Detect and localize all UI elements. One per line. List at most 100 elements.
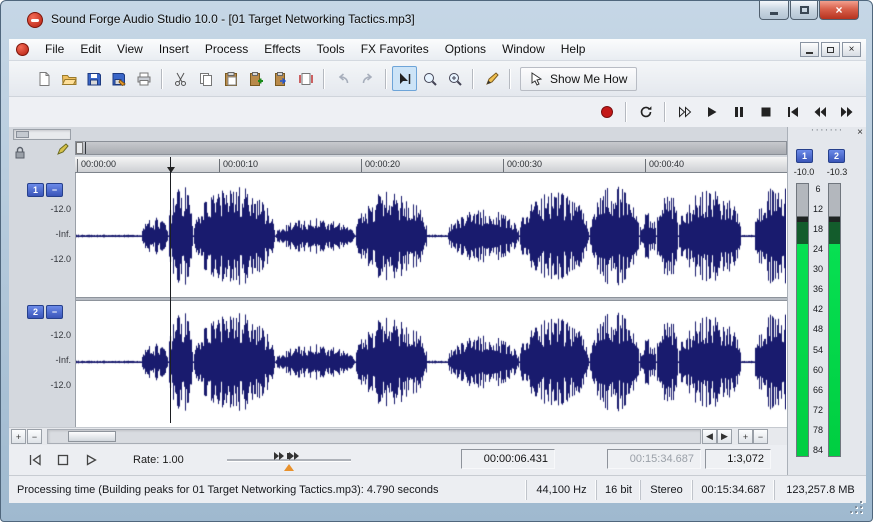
mdi-restore-button[interactable] xyxy=(821,42,840,57)
track-view: 00:00:00 00:00:10 00:00:20 00:00:30 00:00:40… xyxy=(9,127,787,427)
mdi-minimize-button[interactable] xyxy=(800,42,819,57)
transport-separator xyxy=(664,102,666,122)
channel-1-badge[interactable]: 1 xyxy=(27,183,44,197)
mdi-document-icon[interactable] xyxy=(16,43,29,56)
meter-scale-30: 30 xyxy=(812,264,823,275)
mini-scrollbar[interactable] xyxy=(13,129,71,140)
record-button[interactable] xyxy=(593,100,620,124)
menu-item-tools[interactable]: Tools xyxy=(309,39,353,60)
minimize-button[interactable] xyxy=(759,1,789,20)
meters-grip[interactable]: ······· xyxy=(788,124,866,136)
zoom-tool-button[interactable] xyxy=(442,66,467,91)
pencil-tool-button[interactable] xyxy=(479,66,504,91)
loop-playback-button[interactable] xyxy=(632,100,659,124)
channel-2-minimize-button[interactable]: − xyxy=(46,305,63,319)
play-button[interactable] xyxy=(698,100,725,124)
status-length: 00:15:34.687 xyxy=(692,479,774,500)
cut-button[interactable] xyxy=(168,66,193,91)
overview-bar[interactable] xyxy=(75,141,787,155)
overview-thumb[interactable] xyxy=(76,142,83,154)
menu-item-process[interactable]: Process xyxy=(197,39,256,60)
transport-bar xyxy=(9,97,866,127)
level-label: -12.0 xyxy=(50,330,71,340)
rewind-button[interactable] xyxy=(806,100,833,124)
playbar-go-start-button[interactable] xyxy=(23,450,47,470)
channel-2-badge[interactable]: 2 xyxy=(27,305,44,319)
menu-item-insert[interactable]: Insert xyxy=(151,39,197,60)
menu-item-options[interactable]: Options xyxy=(437,39,494,60)
open-button[interactable] xyxy=(56,66,81,91)
meter-peak-1[interactable]: -10.0 xyxy=(789,167,819,177)
play-all-button[interactable] xyxy=(671,100,698,124)
meter-scale-72: 72 xyxy=(812,404,823,415)
paste-special-button[interactable] xyxy=(243,66,268,91)
status-bar: Processing time (Building peaks for 01 T… xyxy=(9,475,866,503)
meter-channel-1-label: 1 xyxy=(796,149,813,163)
edit-tool-button[interactable] xyxy=(392,66,417,91)
meter-scale-66: 66 xyxy=(812,384,823,395)
maximize-button[interactable] xyxy=(790,1,818,20)
lock-icon xyxy=(14,146,26,162)
channel-1-minimize-button[interactable]: − xyxy=(46,183,63,197)
playbar-play-button[interactable] xyxy=(79,450,103,470)
close-button[interactable]: × xyxy=(819,1,859,20)
meters-close-button[interactable]: × xyxy=(857,128,863,138)
rewind-icon xyxy=(814,107,826,117)
window-title: Sound Forge Audio Studio 10.0 - [01 Targ… xyxy=(51,12,415,26)
zoom-in-button[interactable]: + xyxy=(11,429,26,444)
trim-button[interactable] xyxy=(293,66,318,91)
zoom-out-button[interactable]: − xyxy=(27,429,42,444)
redo-button[interactable] xyxy=(355,66,380,91)
horizontal-scrollbar[interactable] xyxy=(47,429,701,444)
paste-icon xyxy=(224,71,237,86)
menu-item-file[interactable]: File xyxy=(37,39,72,60)
playbar-stop-button[interactable] xyxy=(51,450,75,470)
new-button[interactable] xyxy=(31,66,56,91)
menu-item-view[interactable]: View xyxy=(109,39,151,60)
save-button[interactable] xyxy=(81,66,106,91)
menu-item-help[interactable]: Help xyxy=(553,39,594,60)
menu-item-edit[interactable]: Edit xyxy=(72,39,109,60)
print-button[interactable] xyxy=(131,66,156,91)
copy-icon xyxy=(199,72,212,86)
zoom-out-time-button[interactable]: − xyxy=(753,429,768,444)
menu-item-effects[interactable]: Effects xyxy=(256,39,308,60)
playback-cursor[interactable] xyxy=(170,157,171,423)
copy-button[interactable] xyxy=(193,66,218,91)
status-channels: Stereo xyxy=(640,479,692,500)
horizontal-scroll-row: + − ◀ ▶ + − xyxy=(9,427,787,445)
title-bar[interactable]: Sound Forge Audio Studio 10.0 - [01 Targ… xyxy=(1,1,872,37)
save-as-button[interactable] xyxy=(106,66,131,91)
waveform-canvas-1[interactable] xyxy=(76,175,786,297)
magnify-tool-button[interactable] xyxy=(417,66,442,91)
go-to-start-button[interactable] xyxy=(779,100,806,124)
scroll-right-button[interactable]: ▶ xyxy=(717,429,732,444)
toolbar-separator xyxy=(161,68,163,89)
time-ruler[interactable]: 00:00:00 00:00:10 00:00:20 00:00:30 00:00:40 xyxy=(75,157,787,173)
menu-item-window[interactable]: Window xyxy=(494,39,553,60)
new-document-icon xyxy=(39,71,49,86)
toolbar-separator xyxy=(323,68,325,89)
minimize-icon xyxy=(770,12,778,15)
scrollbar-thumb[interactable] xyxy=(68,431,116,442)
forward-button[interactable] xyxy=(833,100,860,124)
scroll-left-button[interactable]: ◀ xyxy=(702,429,717,444)
show-me-how-button[interactable]: Show Me How xyxy=(520,66,638,91)
edit-marker-icon[interactable] xyxy=(56,142,70,159)
position-display[interactable]: 00:00:06.431 xyxy=(461,449,555,469)
paste-button[interactable] xyxy=(218,66,243,91)
meter-peak-2[interactable]: -10.3 xyxy=(822,167,852,177)
undo-button[interactable] xyxy=(330,66,355,91)
mix-button[interactable] xyxy=(268,66,293,91)
meter-bar-1 xyxy=(796,183,809,457)
menu-item-fx-favorites[interactable]: FX Favorites xyxy=(353,39,437,60)
mini-scrollbar-thumb[interactable] xyxy=(16,131,29,138)
save-icon xyxy=(87,72,101,85)
zoom-in-time-button[interactable]: + xyxy=(738,429,753,444)
pause-button[interactable] xyxy=(725,100,752,124)
waveform-canvas-2[interactable] xyxy=(76,301,786,423)
mdi-close-button[interactable]: × xyxy=(842,42,861,57)
resize-grip[interactable] xyxy=(849,500,862,513)
stop-button[interactable] xyxy=(752,100,779,124)
length-display: 00:15:34.687 xyxy=(607,449,701,469)
